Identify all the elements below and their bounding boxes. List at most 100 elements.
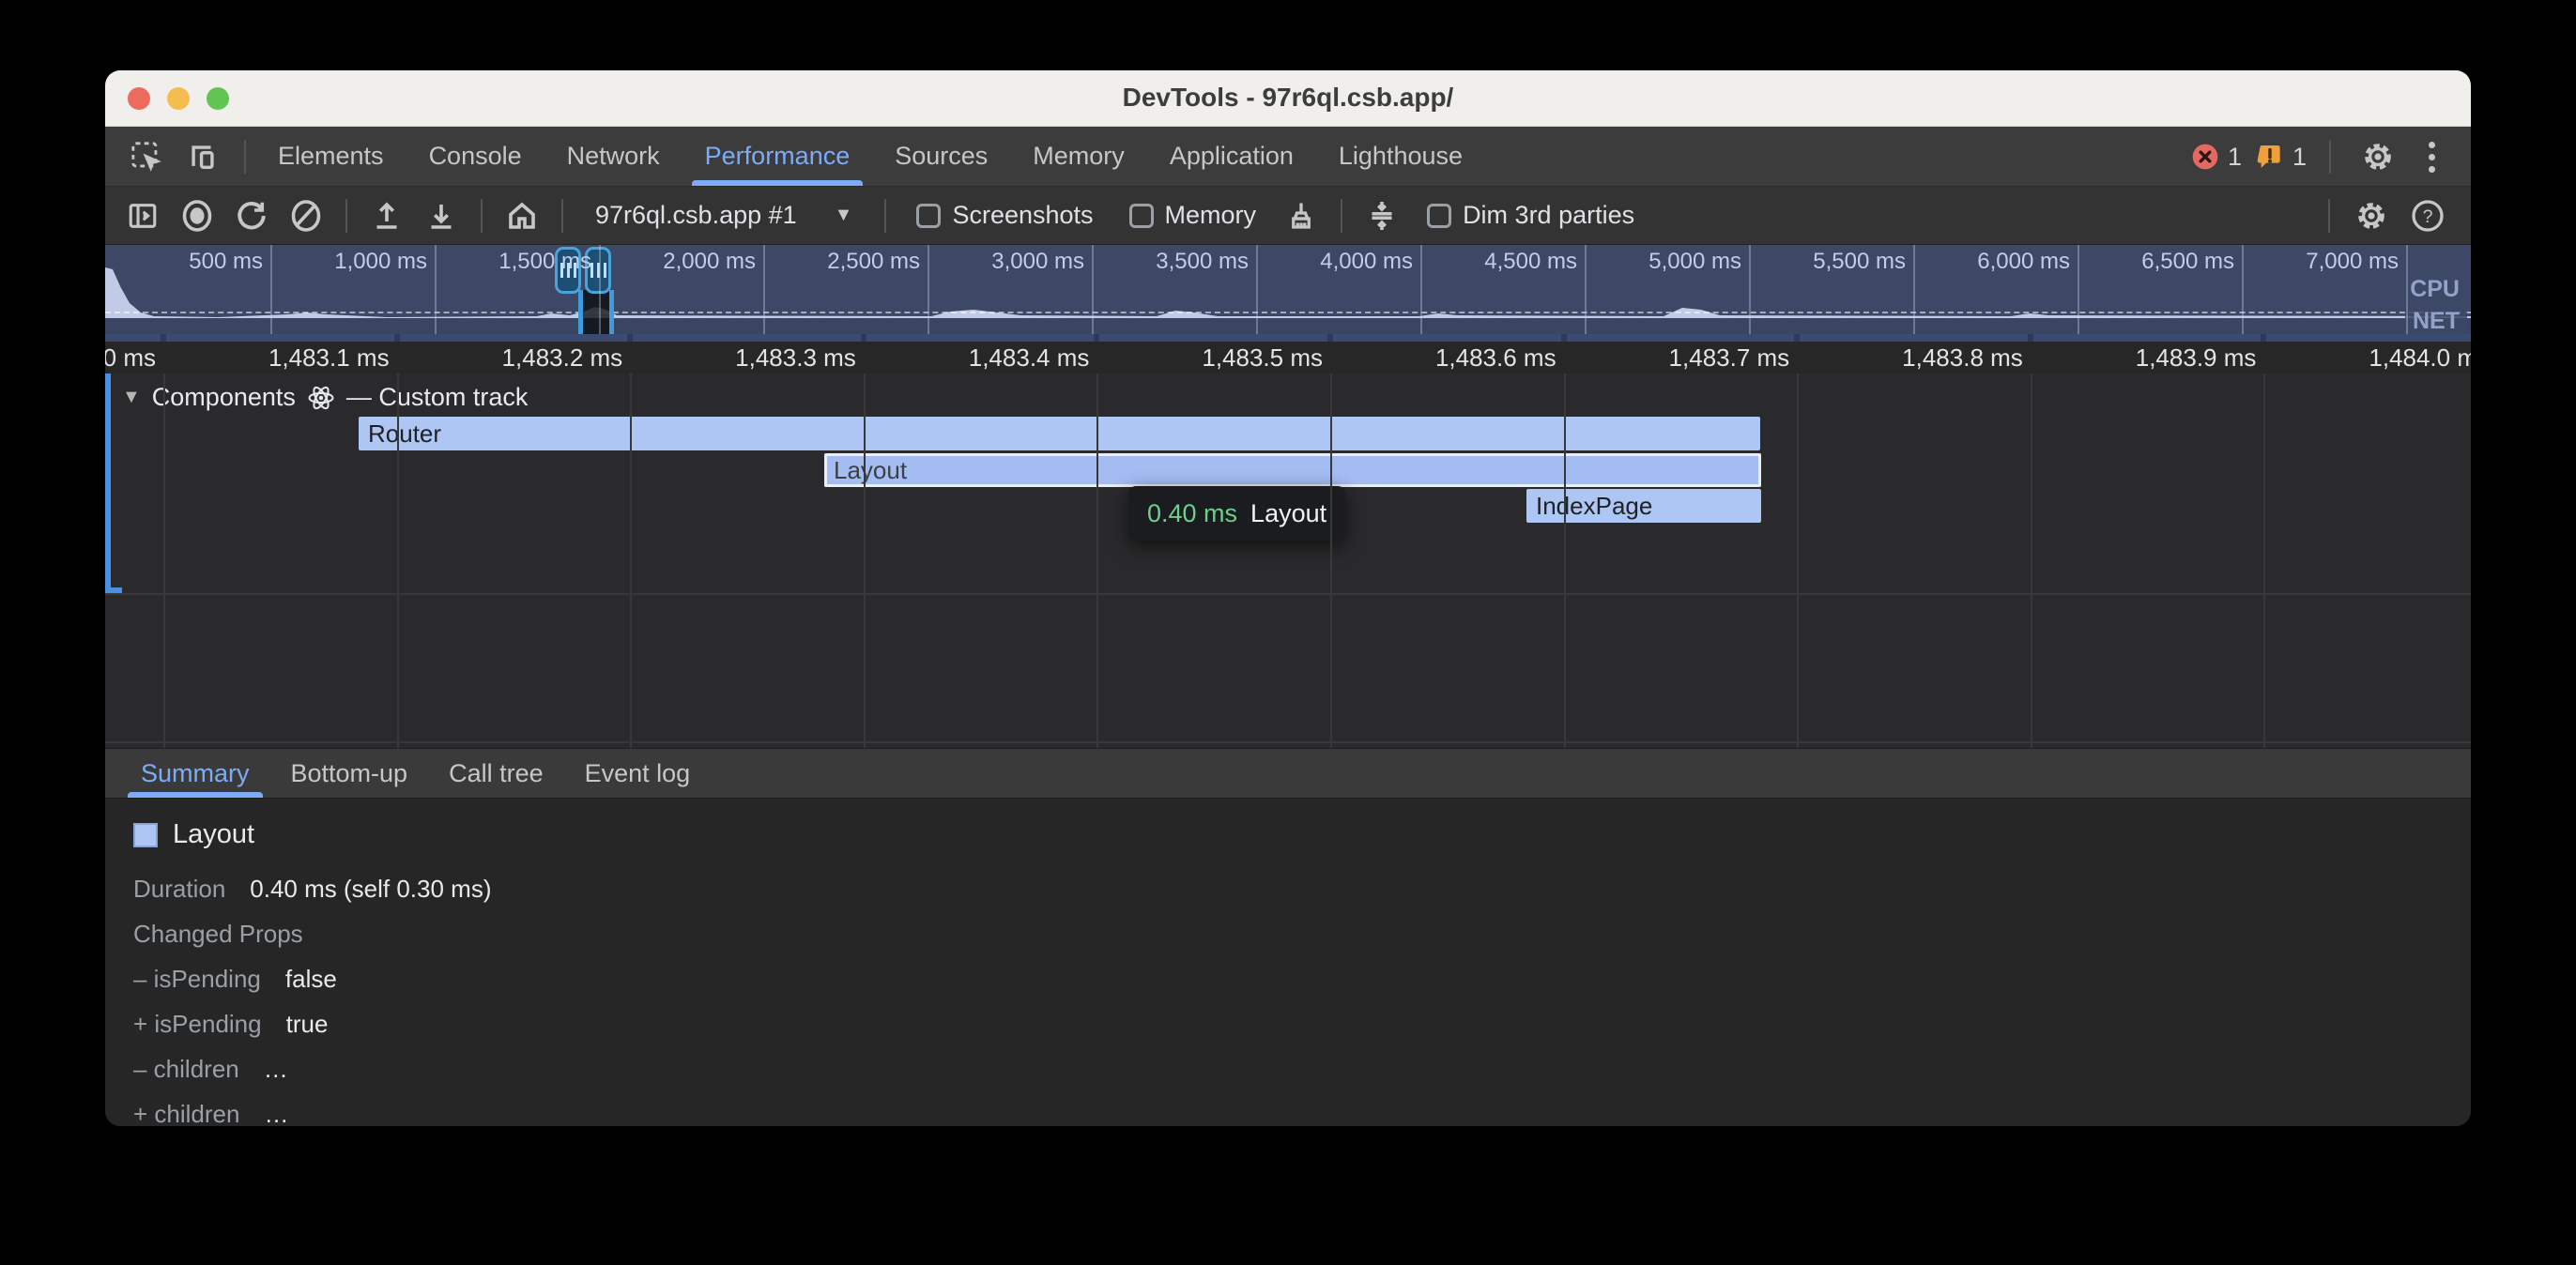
- overview-gridline: [2242, 245, 2244, 334]
- summary-row: Duration0.40 ms (self 0.30 ms): [133, 875, 2471, 904]
- flame-gridline: [2263, 373, 2265, 748]
- ruler-notch: [394, 334, 400, 342]
- device-toolbar-icon[interactable]: [178, 134, 227, 179]
- ruler-tick-label: 1,483.6 ms: [1322, 343, 1556, 373]
- ruler-notch: [627, 334, 633, 342]
- collapse-sections-icon[interactable]: [1357, 193, 1406, 238]
- ruler-notch: [1561, 334, 1567, 342]
- flame-bar-indexpage[interactable]: IndexPage: [1526, 489, 1761, 523]
- help-icon[interactable]: ?: [2403, 193, 2452, 238]
- selection-right-line: [609, 290, 614, 334]
- divider: [1341, 199, 1342, 233]
- summary-rows: Duration0.40 ms (self 0.30 ms) Changed Pr…: [133, 875, 2471, 1126]
- overview-gridline: [1092, 245, 1094, 334]
- summary-row-value: …: [264, 1100, 288, 1126]
- timeline-overview[interactable]: CPU NET 500 ms1,000 ms1,500 ms2,000 ms2,…: [105, 245, 2471, 334]
- warning-count: 1: [2292, 143, 2307, 172]
- flame-bar-router[interactable]: Router: [359, 417, 1760, 450]
- settings-gear-icon[interactable]: [2354, 134, 2402, 179]
- devtools-window: DevTools - 97r6ql.csb.app/: [105, 70, 2471, 1126]
- overview-tick-label: 6,500 ms: [2084, 249, 2234, 275]
- flame-gridline: [1096, 373, 1098, 748]
- tab-performance[interactable]: Performance: [682, 127, 873, 186]
- error-count: 1: [2228, 143, 2242, 172]
- overview-gridline: [1913, 245, 1915, 334]
- track-header[interactable]: ▼ Components — Custom track: [122, 383, 528, 412]
- checkbox-box: [1129, 204, 1154, 228]
- detail-tabbar: SummaryBottom-upCall treeEvent log: [105, 748, 2471, 799]
- main-tabs: ElementsConsoleNetworkPerformanceSources…: [255, 127, 1485, 186]
- timeline-ruler: 1,483.0 ms1,483.1 ms1,483.2 ms1,483.3 ms…: [105, 334, 2471, 373]
- upload-profile-icon[interactable]: [362, 193, 411, 238]
- summary-row-label: Duration: [133, 875, 225, 904]
- event-tooltip: 0.40 ms Layout: [1128, 486, 1345, 541]
- flame-bar-layout[interactable]: Layout: [824, 453, 1761, 487]
- checkbox-box: [916, 204, 941, 228]
- summary-row-value: …: [264, 1055, 288, 1084]
- warning-badge-icon[interactable]: 1: [2255, 142, 2307, 172]
- desktop-background: DevTools - 97r6ql.csb.app/: [0, 0, 2576, 1265]
- collect-garbage-icon[interactable]: [1277, 193, 1326, 238]
- summary-row: Changed Props: [133, 920, 2471, 949]
- tab-console[interactable]: Console: [406, 127, 544, 186]
- tab-network[interactable]: Network: [544, 127, 682, 186]
- reload-record-icon[interactable]: [227, 193, 276, 238]
- more-options-icon[interactable]: [2415, 142, 2448, 173]
- collapse-triangle-icon[interactable]: ▼: [122, 387, 141, 408]
- tooltip-duration: 0.40 ms: [1147, 499, 1237, 528]
- toggle-sidebar-icon[interactable]: [118, 193, 167, 238]
- tab-application[interactable]: Application: [1147, 127, 1316, 186]
- overview-tick-label: 5,500 ms: [1756, 249, 1906, 275]
- tab-elements[interactable]: Elements: [255, 127, 406, 186]
- home-icon[interactable]: [498, 193, 546, 238]
- active-tab-underline: [692, 180, 864, 186]
- flame-chart[interactable]: ▼ Components — Custom track RouterLayout…: [105, 373, 2471, 748]
- summary-row: – children…: [133, 1055, 2471, 1084]
- detail-tab-call-tree[interactable]: Call tree: [428, 749, 564, 798]
- inspect-element-icon[interactable]: [122, 134, 171, 179]
- ruler-tick-label: 1,483.8 ms: [1788, 343, 2023, 373]
- overview-tick-label: 3,500 ms: [1098, 249, 1249, 275]
- clear-icon[interactable]: [282, 193, 330, 238]
- divider: [244, 140, 246, 174]
- dim-3rd-parties-checkbox[interactable]: Dim 3rd parties: [1427, 201, 1634, 230]
- selection-left-line: [578, 290, 583, 334]
- record-icon[interactable]: [173, 193, 222, 238]
- ruler-notch: [2028, 334, 2033, 342]
- flame-gridline: [2031, 373, 2032, 748]
- performance-toolbar: 97r6ql.csb.app #1 ▼ Screenshots Memory: [105, 187, 2471, 245]
- summary-row-label: Changed Props: [133, 920, 303, 949]
- track-selection-accent: [105, 373, 111, 593]
- flame-gridline: [1330, 373, 1332, 748]
- ruler-tick-label: 1,483.5 ms: [1088, 343, 1323, 373]
- summary-row-value: false: [285, 965, 337, 994]
- flame-gridline: [864, 373, 866, 748]
- ruler-tick-label: 1,484.0 ms: [2255, 343, 2471, 373]
- target-selector[interactable]: 97r6ql.csb.app #1 ▼: [578, 201, 869, 230]
- memory-checkbox[interactable]: Memory: [1129, 201, 1257, 230]
- summary-row: + isPendingtrue: [133, 1010, 2471, 1039]
- track-divider: [105, 741, 2471, 743]
- overview-tick-label: 2,000 ms: [606, 249, 756, 275]
- tab-lighthouse[interactable]: Lighthouse: [1316, 127, 1485, 186]
- divider: [561, 199, 563, 233]
- ruler-notch: [1794, 334, 1800, 342]
- screenshots-checkbox[interactable]: Screenshots: [916, 201, 1093, 230]
- capture-settings-gear-icon[interactable]: [2347, 193, 2396, 238]
- flame-gridline: [397, 373, 399, 748]
- memory-label: Memory: [1165, 201, 1257, 230]
- divider: [481, 199, 483, 233]
- tab-sources[interactable]: Sources: [872, 127, 1010, 186]
- detail-tab-summary[interactable]: Summary: [120, 749, 270, 798]
- summary-title: Layout: [173, 819, 254, 850]
- window-title: DevTools - 97r6ql.csb.app/: [105, 70, 2471, 127]
- error-badge-icon[interactable]: 1: [2190, 142, 2242, 172]
- detail-tab-event-log[interactable]: Event log: [564, 749, 712, 798]
- ruler-tick-label: 1,483.1 ms: [155, 343, 390, 373]
- detail-tab-bottom-up[interactable]: Bottom-up: [270, 749, 429, 798]
- target-selector-value: 97r6ql.csb.app #1: [595, 201, 797, 230]
- track-divider: [105, 593, 2471, 595]
- download-profile-icon[interactable]: [417, 193, 466, 238]
- tab-memory[interactable]: Memory: [1010, 127, 1147, 186]
- summary-row-label: + isPending: [133, 1010, 262, 1039]
